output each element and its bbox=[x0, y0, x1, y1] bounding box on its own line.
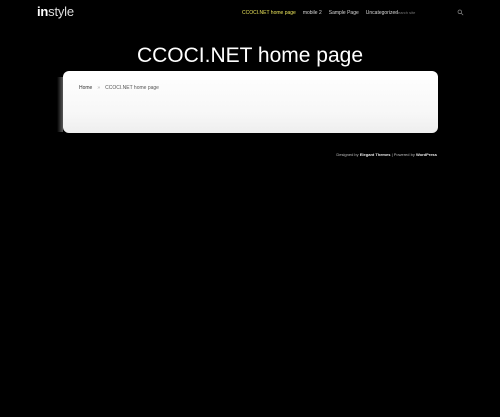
header: instyle CCOCI.NET home page mobile 2 Sam… bbox=[0, 0, 500, 28]
logo-bold: in bbox=[37, 4, 49, 19]
search-icon[interactable] bbox=[457, 9, 464, 16]
breadcrumb: Home » CCOCI.NET home page bbox=[79, 85, 159, 91]
page-title: CCOCI.NET home page bbox=[136, 44, 364, 67]
footer-powered-by-prefix: | Powered by bbox=[390, 152, 416, 157]
breadcrumb-separator: » bbox=[97, 85, 101, 91]
logo[interactable]: instyle bbox=[37, 4, 74, 19]
nav-item-sample-page[interactable]: Sample Page bbox=[329, 10, 359, 16]
content-box: Home » CCOCI.NET home page bbox=[57, 71, 438, 133]
footer-designed-by-prefix: Designed by bbox=[336, 152, 360, 157]
page: instyle CCOCI.NET home page mobile 2 Sam… bbox=[0, 0, 500, 417]
main-nav: CCOCI.NET home page mobile 2 Sample Page… bbox=[242, 10, 398, 16]
nav-item-mobile-2[interactable]: mobile 2 bbox=[303, 10, 322, 16]
logo-light: style bbox=[48, 4, 74, 19]
footer: Designed by Elegant Themes | Powered by … bbox=[336, 152, 437, 157]
nav-item-uncategorized[interactable]: Uncategorized bbox=[366, 10, 398, 16]
breadcrumb-current: CCOCI.NET home page bbox=[105, 85, 159, 91]
footer-designer-link[interactable]: Elegant Themes bbox=[360, 152, 391, 157]
nav-item-home[interactable]: CCOCI.NET home page bbox=[242, 10, 296, 16]
search-input[interactable] bbox=[396, 8, 454, 17]
footer-platform-link[interactable]: WordPress bbox=[416, 152, 437, 157]
breadcrumb-home-link[interactable]: Home bbox=[79, 85, 92, 91]
